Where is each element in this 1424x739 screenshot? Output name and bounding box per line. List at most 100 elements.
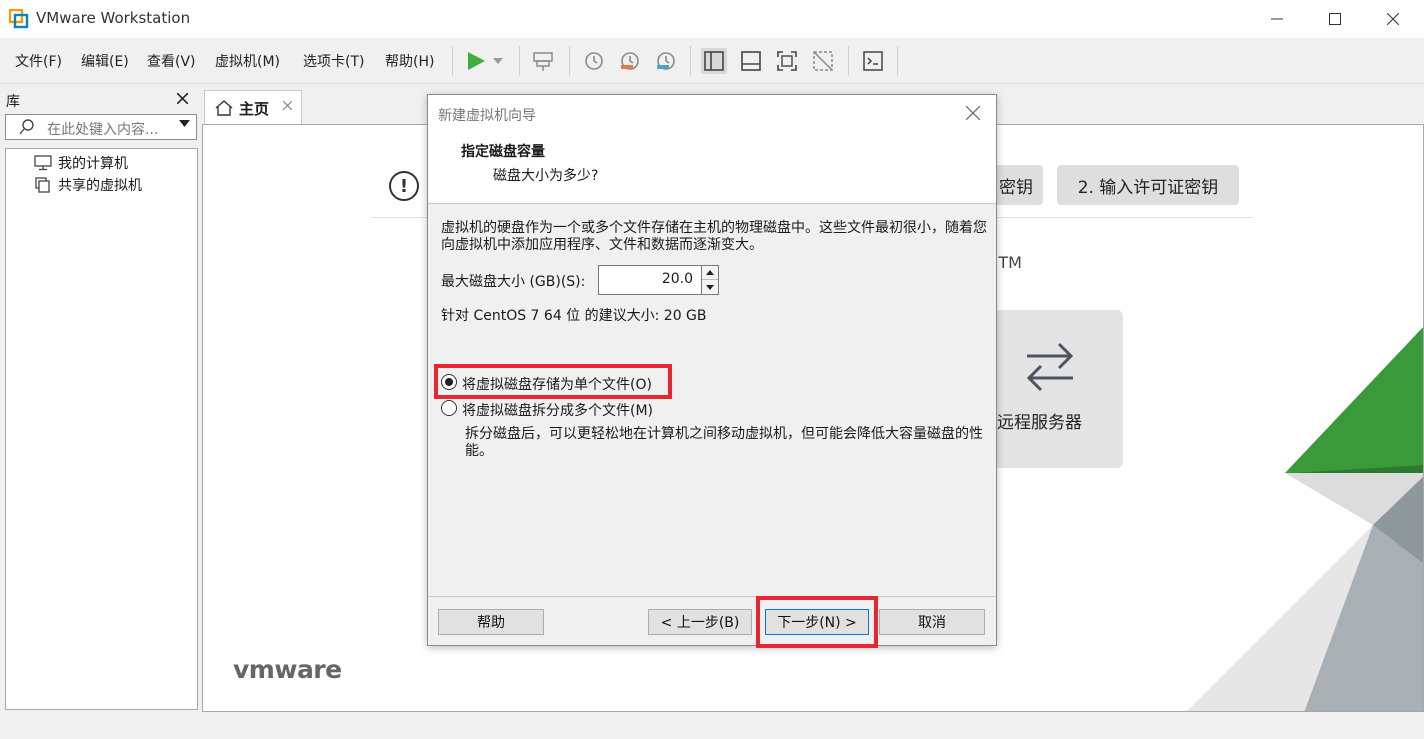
- info-icon: !: [389, 171, 419, 201]
- fullscreen-icon: [777, 51, 797, 71]
- chevron-down-icon: [493, 58, 503, 64]
- tm-label: TM: [998, 253, 1022, 272]
- chevron-down-icon: [706, 284, 714, 290]
- minimize-icon: [1271, 18, 1283, 20]
- menu-view[interactable]: 查看(V): [147, 51, 196, 71]
- search-dropdown-button[interactable]: [179, 118, 190, 131]
- menu-toolbar: 文件(F) 编辑(E) 查看(V) 虚拟机(M) 选项卡(T) 帮助(H): [0, 38, 1424, 84]
- show-library-button[interactable]: [701, 48, 727, 74]
- power-on-button[interactable]: [463, 48, 489, 74]
- title-bar: VMware Workstation: [0, 0, 1424, 38]
- snapshot-manager-button[interactable]: [652, 48, 678, 74]
- revert-snapshot-icon: [621, 52, 639, 70]
- footer-divider: [428, 596, 996, 597]
- split-files-description: 拆分磁盘后，可以更轻松地在计算机之间移动虚拟机，但可能会降低大容量磁盘的性能。: [465, 426, 983, 459]
- highlight-box-next: [756, 596, 878, 648]
- menu-vm[interactable]: 虚拟机(M): [215, 51, 280, 71]
- toolbar-separator: [452, 46, 453, 76]
- vmware-app-icon: [9, 9, 29, 29]
- help-button[interactable]: 帮助: [438, 609, 544, 635]
- toolbar-separator: [897, 46, 898, 76]
- thumbnail-bar-button[interactable]: [738, 48, 764, 74]
- menu-file[interactable]: 文件(F): [15, 51, 62, 71]
- window-title: VMware Workstation: [36, 9, 191, 27]
- disk-description: 虚拟机的硬盘作为一个或多个文件存储在主机的物理磁盘中。这些文件最初很小，随着您向…: [441, 220, 987, 253]
- toolbar-separator: [569, 46, 570, 76]
- maximize-button[interactable]: [1312, 0, 1358, 38]
- power-dropdown-button[interactable]: [488, 48, 508, 74]
- dialog-title: 新建虚拟机向导: [438, 108, 536, 124]
- console-view-button[interactable]: [860, 48, 886, 74]
- library-tree: 我的计算机 共享的虚拟机: [5, 148, 198, 710]
- highlight-box-single-file: [434, 364, 672, 399]
- tree-item-label: 我的计算机: [58, 156, 128, 172]
- full-screen-button[interactable]: [774, 48, 800, 74]
- revert-snapshot-button[interactable]: [616, 48, 642, 74]
- dialog-title-bar: 新建虚拟机向导: [428, 95, 996, 131]
- chevron-down-icon: [179, 120, 190, 127]
- unity-icon: [813, 51, 833, 71]
- library-title: 库: [6, 94, 20, 110]
- vmware-logo: vmware: [233, 655, 342, 684]
- toolbar-separator: [848, 46, 849, 76]
- license-button-1-label: 密钥: [999, 177, 1033, 198]
- enter-license-key-label: 2. 输入许可证密钥: [1077, 177, 1219, 198]
- home-icon: [215, 100, 233, 116]
- connect-remote-server-card[interactable]: 远程服务器: [983, 310, 1123, 468]
- split-files-label[interactable]: 将虚拟磁盘拆分成多个文件(M): [462, 400, 653, 420]
- max-disk-size-input[interactable]: 20.0: [598, 265, 702, 295]
- remote-server-label: 远程服务器: [997, 413, 1082, 433]
- dialog-header: 指定磁盘容量 磁盘大小为多少?: [428, 131, 996, 204]
- spin-up-button[interactable]: [702, 266, 718, 280]
- split-files-radio[interactable]: [441, 400, 457, 416]
- library-search-placeholder: 在此处键入内容...: [47, 122, 159, 138]
- menu-edit[interactable]: 编辑(E): [81, 51, 129, 71]
- close-button[interactable]: [1370, 0, 1416, 38]
- take-snapshot-button[interactable]: [580, 48, 606, 74]
- menu-help[interactable]: 帮助(H): [385, 51, 434, 71]
- disk-size-stepper[interactable]: [701, 265, 719, 295]
- max-disk-size-value: 20.0: [661, 271, 693, 287]
- enter-license-key-button[interactable]: 2. 输入许可证密钥: [1057, 165, 1239, 205]
- dialog-subheading: 磁盘大小为多少?: [493, 168, 599, 184]
- close-icon: [176, 92, 189, 105]
- library-close-button[interactable]: [176, 89, 189, 108]
- recommended-size-text: 针对 CentOS 7 64 位 的建议大小: 20 GB: [441, 308, 707, 324]
- swap-arrows-icon: [1026, 342, 1074, 392]
- bottom-panel-icon: [741, 51, 761, 71]
- tab-close-button[interactable]: [282, 99, 293, 114]
- tree-item-my-computer[interactable]: 我的计算机: [34, 153, 128, 173]
- tab-home[interactable]: 主页: [204, 90, 302, 125]
- computer-icon: [34, 155, 52, 171]
- dialog-heading: 指定磁盘容量: [461, 144, 545, 160]
- network-send-icon: [533, 52, 553, 71]
- tree-item-shared-vms[interactable]: 共享的虚拟机: [34, 175, 142, 195]
- toolbar-separator: [690, 46, 691, 76]
- chevron-up-icon: [706, 270, 714, 275]
- close-icon: [282, 100, 293, 111]
- sidebar-layout-icon: [704, 51, 724, 71]
- decorative-triangles: [1187, 327, 1423, 711]
- status-bar: [0, 712, 1424, 739]
- cancel-button[interactable]: 取消: [879, 609, 985, 635]
- terminal-icon: [863, 51, 883, 71]
- close-icon: [965, 105, 981, 121]
- play-icon: [468, 52, 485, 70]
- minimize-button[interactable]: [1254, 0, 1300, 38]
- maximize-icon: [1329, 13, 1341, 25]
- snapshot-icon: [585, 52, 603, 70]
- back-button[interactable]: < 上一步(B): [648, 609, 752, 635]
- max-disk-size-label: 最大磁盘大小 (GB)(S):: [441, 274, 586, 290]
- unity-button[interactable]: [810, 48, 836, 74]
- shared-vm-icon: [35, 177, 50, 193]
- send-ctrl-alt-del-button[interactable]: [530, 48, 556, 74]
- menu-tabs[interactable]: 选项卡(T): [303, 51, 364, 71]
- tab-home-label: 主页: [239, 100, 270, 118]
- close-icon: [1387, 13, 1399, 25]
- search-icon: [19, 119, 34, 135]
- toolbar-separator: [519, 46, 520, 76]
- tree-item-label: 共享的虚拟机: [58, 178, 142, 194]
- spin-down-button[interactable]: [702, 280, 718, 294]
- library-search-input[interactable]: 在此处键入内容...: [5, 114, 197, 140]
- dialog-close-button[interactable]: [965, 101, 981, 125]
